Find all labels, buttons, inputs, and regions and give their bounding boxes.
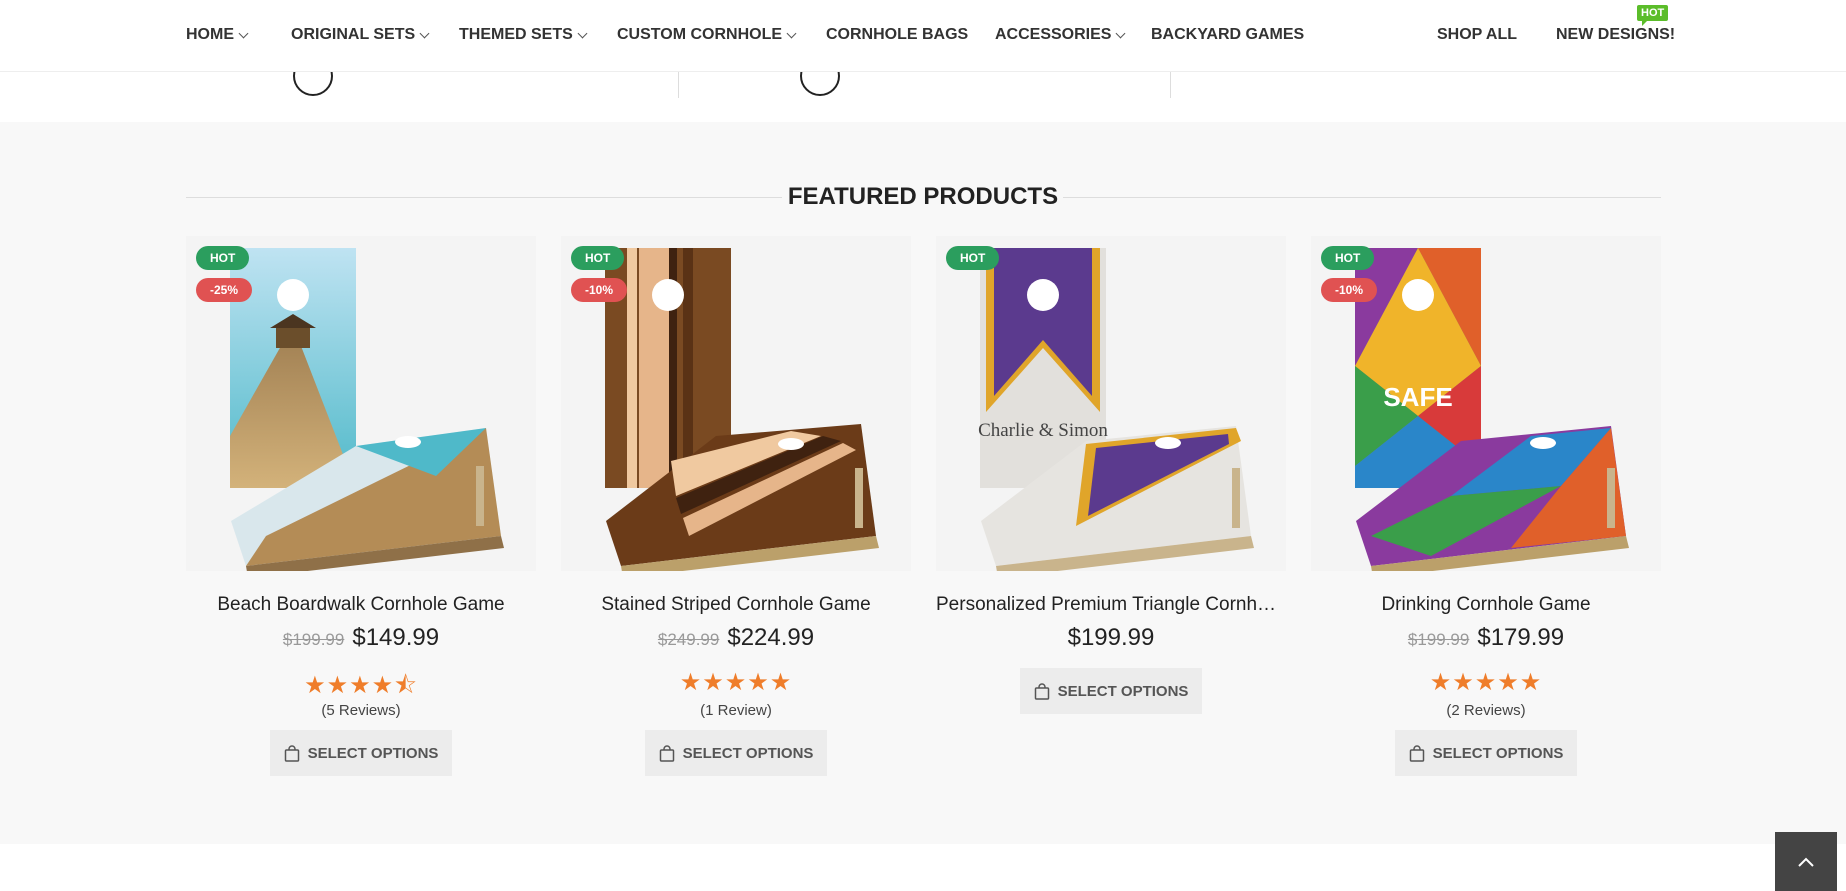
star-rating: ★★★★★: [1429, 669, 1543, 696]
nav-item-custom-cornhole[interactable]: CUSTOM CORNHOLE: [617, 26, 797, 44]
product-name[interactable]: Stained Striped Cornhole Game: [561, 594, 911, 616]
current-price: $199.99: [1067, 624, 1155, 651]
current-price: $224.99: [727, 624, 815, 651]
divider: [1170, 72, 1171, 98]
hot-badge: HOT: [946, 246, 1000, 270]
sale-badge: -10%: [571, 278, 628, 302]
old-price: $249.99: [657, 630, 720, 649]
nav-item-backyard-games[interactable]: BACKYARD GAMES: [1151, 26, 1304, 44]
product-card: HOT -10% SAFE Drinking Cornhole Game $19…: [1311, 236, 1661, 796]
shopping-bag-icon: [659, 744, 674, 762]
select-options-button[interactable]: SELECT OPTIONS: [1020, 668, 1202, 714]
current-price: $179.99: [1477, 624, 1565, 651]
hot-badge: HOT: [571, 246, 625, 270]
chevron-down-icon: [238, 28, 249, 38]
star-rating: ★★★★★: [679, 669, 793, 696]
info-strip: [0, 56, 1846, 122]
nav-item-home[interactable]: HOME: [186, 26, 249, 44]
product-name[interactable]: Drinking Cornhole Game: [1311, 594, 1661, 616]
product-image[interactable]: HOT -25%: [186, 236, 536, 571]
chevron-down-icon: [786, 28, 797, 38]
board-inscription: Charlie & Simon: [978, 420, 1108, 441]
nav-hot-badge: HOT: [1637, 5, 1669, 26]
board-inscription: SAFE: [1383, 382, 1452, 412]
product-price: $199.99: [936, 624, 1286, 652]
divider: [678, 72, 679, 98]
shopping-bag-icon: [284, 744, 299, 762]
sale-badge: -25%: [196, 278, 253, 302]
product-price: $199.99 $149.99: [186, 624, 536, 652]
product-price: $199.99 $179.99: [1311, 624, 1661, 652]
nav-item-shop-all[interactable]: SHOP ALL: [1437, 26, 1517, 44]
cornhole-board-personalized-image: Charlie & Simon: [978, 248, 1254, 571]
review-count[interactable]: (1 Review): [561, 702, 911, 719]
main-navigation: HOME ORIGINAL SETS THEMED SETS CUSTOM CO…: [0, 0, 1846, 72]
old-price: $199.99: [282, 630, 345, 649]
nav-item-accessories[interactable]: ACCESSORIES: [995, 26, 1126, 44]
select-options-button[interactable]: SELECT OPTIONS: [270, 730, 452, 776]
review-count[interactable]: (5 Reviews): [186, 702, 536, 719]
hot-badge: HOT: [196, 246, 250, 270]
product-image[interactable]: HOT Charlie & Simon: [936, 236, 1286, 571]
nav-item-original-sets[interactable]: ORIGINAL SETS: [291, 26, 430, 44]
shopping-bag-icon: [1409, 744, 1424, 762]
product-name[interactable]: Beach Boardwalk Cornhole Game: [186, 594, 536, 616]
chevron-down-icon: [1116, 28, 1126, 38]
product-image[interactable]: HOT -10%: [561, 236, 911, 571]
chevron-down-icon: [577, 28, 588, 38]
product-card: HOT Charlie & Simon Personalized Premium…: [936, 236, 1286, 796]
nav-item-cornhole-bags[interactable]: CORNHOLE BAGS: [826, 26, 968, 44]
review-count[interactable]: (2 Reviews): [1311, 702, 1661, 719]
old-price: $199.99: [1407, 630, 1470, 649]
chevron-down-icon: [419, 28, 430, 38]
select-options-button[interactable]: SELECT OPTIONS: [645, 730, 827, 776]
product-card: HOT -10% Stained Striped Cornhole Game $…: [561, 236, 911, 796]
sale-badge: -10%: [1321, 278, 1378, 302]
chevron-up-icon: [1798, 857, 1814, 867]
product-price: $249.99 $224.99: [561, 624, 911, 652]
scroll-to-top-button[interactable]: [1775, 832, 1837, 891]
shopping-bag-icon: [1034, 682, 1049, 700]
nav-item-themed-sets[interactable]: THEMED SETS: [459, 26, 588, 44]
nav-item-new-designs[interactable]: NEW DESIGNS!: [1556, 26, 1675, 44]
select-options-button[interactable]: SELECT OPTIONS: [1395, 730, 1577, 776]
hot-badge: HOT: [1321, 246, 1375, 270]
product-image[interactable]: HOT -10% SAFE: [1311, 236, 1661, 571]
section-title: FEATURED PRODUCTS: [787, 183, 1059, 210]
current-price: $149.99: [352, 624, 440, 651]
product-name[interactable]: Personalized Premium Triangle Cornhole G…: [936, 594, 1286, 616]
product-card: HOT -25% Beach Boardwalk Cornhole Game $…: [186, 236, 536, 796]
